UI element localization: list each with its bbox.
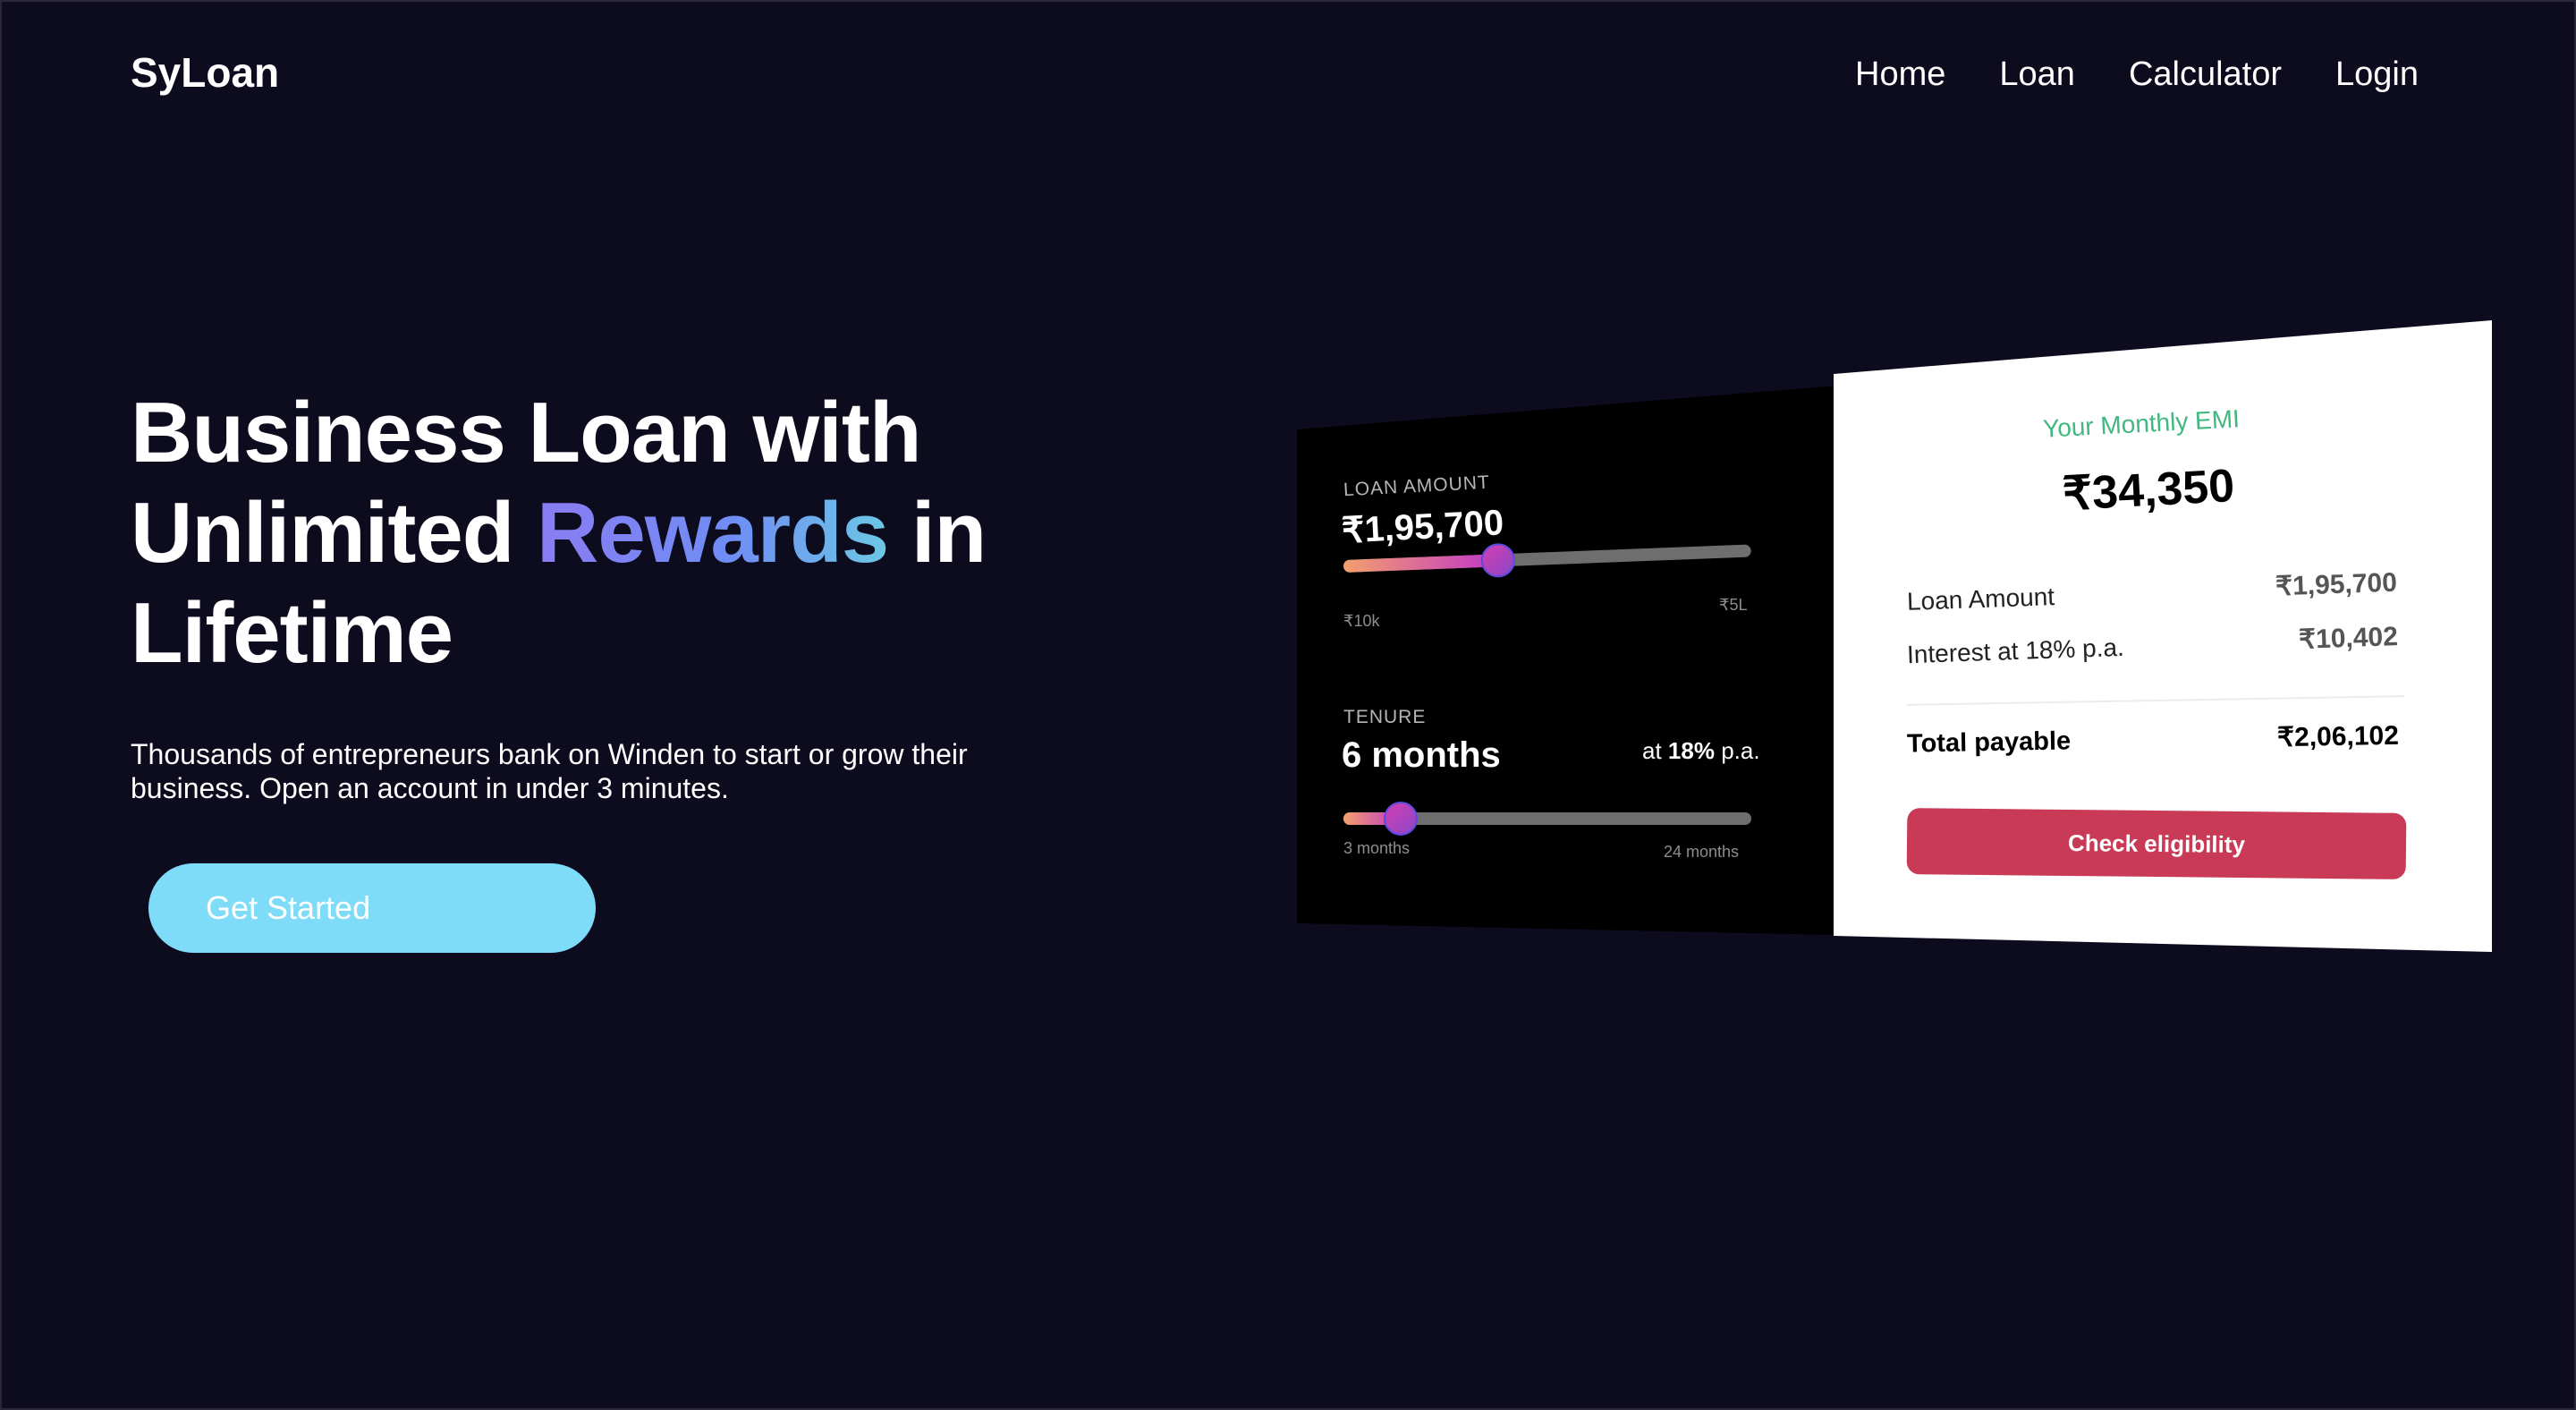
tenure-min-label: 3 months (1343, 839, 1411, 857)
tenure-max-label: 24 months (1664, 843, 1740, 861)
summary-loan-amount-label: Loan Amount (1906, 582, 2055, 616)
summary-interest-value: ₹10,402 (2298, 622, 2399, 655)
interest-rate-suffix: p.a. (1714, 737, 1760, 764)
nav-loan-link[interactable]: Loan (1999, 54, 2075, 95)
interest-rate-text: at 18% p.a. (1642, 737, 1760, 765)
tenure-slider-thumb[interactable] (1384, 802, 1418, 836)
summary-interest-label: Interest at 18% p.a. (1906, 633, 2125, 669)
tenure-label: TENURE (1343, 707, 1427, 727)
get-started-button[interactable]: Get Started (148, 863, 596, 953)
hero-title: Business Loan with Unlimited Rewards in … (131, 383, 1025, 684)
main-nav: Home Loan Calculator Login (1855, 54, 2419, 95)
nav-home-link[interactable]: Home (1855, 54, 1945, 95)
loan-amount-value: ₹1,95,700 (1340, 503, 1505, 551)
summary-loan-amount-value: ₹1,95,700 (2275, 567, 2398, 602)
total-payable-value: ₹2,06,102 (2276, 720, 2400, 753)
loan-amount-min-label: ₹10k (1343, 612, 1380, 630)
page: SyLoan Home Loan Calculator Login Busine… (0, 0, 2576, 1410)
interest-rate-value: 18% (1667, 737, 1715, 764)
tenure-value: 6 months (1342, 735, 1501, 775)
hero-subtitle: Thousands of entrepreneurs bank on Winde… (131, 738, 968, 804)
monthly-emi-value: ₹34,350 (2061, 460, 2236, 521)
loan-amount-max-label: ₹5L (1719, 596, 1748, 614)
monthly-emi-label: Your Monthly EMI (2042, 404, 2241, 443)
loan-calculator-card: LOAN AMOUNT ₹1,95,700 ₹10k ₹5L TENURE 6 … (1297, 320, 2492, 952)
check-eligibility-button[interactable]: Check eligibility (1906, 808, 2407, 879)
emi-summary-content: Your Monthly EMI ₹34,350 Loan Amount ₹1,… (1834, 320, 2492, 952)
total-payable-label: Total payable (1906, 726, 2072, 759)
logo[interactable]: SyLoan (131, 48, 279, 97)
hero-title-highlight: Rewards (537, 485, 889, 581)
summary-divider (1907, 695, 2404, 706)
interest-rate-prefix: at (1642, 737, 1668, 764)
nav-login-link[interactable]: Login (2335, 54, 2419, 95)
nav-calculator-link[interactable]: Calculator (2129, 54, 2282, 95)
tenure-slider[interactable] (1343, 802, 1751, 836)
